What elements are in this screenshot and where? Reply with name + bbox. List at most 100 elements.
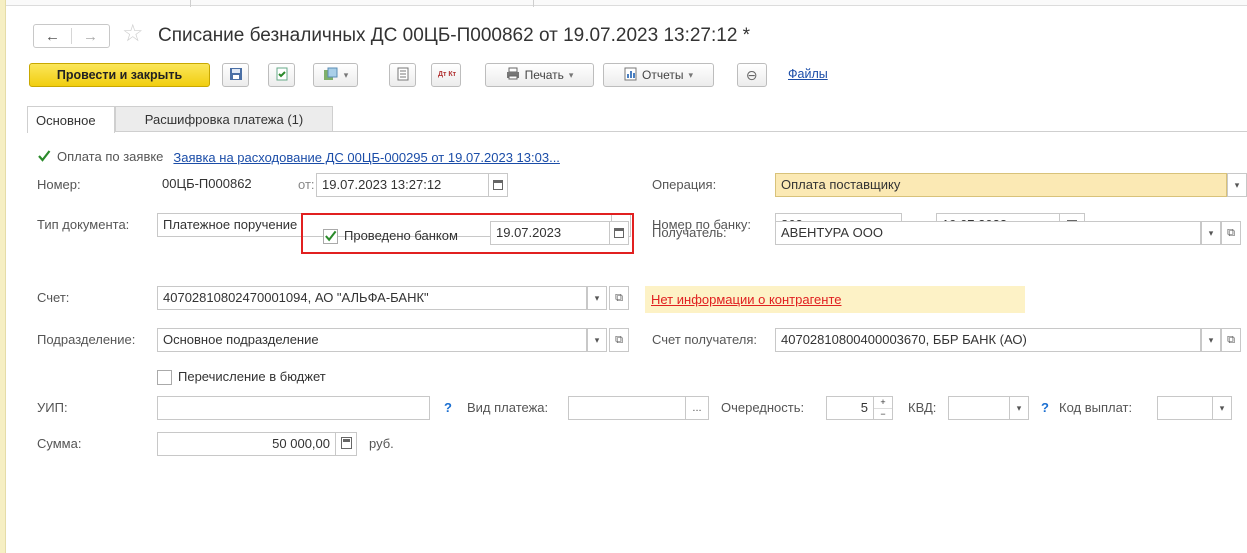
recipient-dropdown-button[interactable]: ▾ xyxy=(1201,221,1221,245)
post-icon xyxy=(275,67,289,84)
chevron-down-icon: ▾ xyxy=(688,69,693,80)
decrement-icon[interactable]: − xyxy=(874,409,892,420)
payment-by-request-row: Оплата по заявке Заявка на расходование … xyxy=(37,145,560,169)
department-label: Подразделение: xyxy=(37,332,136,347)
recipient-account-field[interactable]: 40702810800400003670, ББР БАНК (АО) xyxy=(775,328,1201,352)
tab-payment-details[interactable]: Расшифровка платежа (1) xyxy=(115,106,333,132)
payout-code-dropdown-button[interactable]: ▾ xyxy=(1212,396,1232,420)
department-open-button[interactable]: ⧉ xyxy=(609,328,629,352)
amount-label: Сумма: xyxy=(37,436,82,451)
open-icon: ⧉ xyxy=(615,333,623,346)
counterparty-warning-link[interactable]: Нет информации о контрагенте xyxy=(651,292,842,307)
amount-field[interactable]: 50 000,00 xyxy=(157,432,336,456)
chevron-down-icon: ▾ xyxy=(568,69,574,80)
calendar-icon xyxy=(493,180,503,190)
recipient-account-open-button[interactable]: ⧉ xyxy=(1221,328,1241,352)
department-field[interactable]: Основное подразделение xyxy=(157,328,587,352)
recipient-field[interactable]: АВЕНТУРА ООО xyxy=(775,221,1201,245)
paperclip-icon: ⊘ xyxy=(742,64,763,85)
recipient-account-dropdown-button[interactable]: ▾ xyxy=(1201,328,1221,352)
attach-button[interactable]: ⊘ xyxy=(737,63,767,87)
recipient-label: Получатель: xyxy=(652,225,727,240)
payment-kind-field[interactable] xyxy=(568,396,686,420)
top-tick xyxy=(533,0,534,7)
window-title: Списание безналичных ДС 00ЦБ-П000862 от … xyxy=(158,25,751,46)
number-date-field[interactable]: 19.07.2023 13:27:12 xyxy=(316,173,489,197)
open-icon: ⧉ xyxy=(615,291,623,304)
number-label: Номер: xyxy=(37,177,81,192)
create-based-on-button[interactable]: ▾ xyxy=(313,63,358,87)
bank-posted-date-field[interactable]: 19.07.2023 xyxy=(490,221,610,245)
priority-stepper[interactable]: + − xyxy=(873,396,893,420)
kvd-field[interactable] xyxy=(948,396,1010,420)
navigation-group: ← → xyxy=(33,24,110,48)
doc-type-label: Тип документа: xyxy=(37,217,130,232)
uip-label: УИП: xyxy=(37,400,68,415)
open-icon: ⧉ xyxy=(1227,333,1235,346)
files-link[interactable]: Файлы xyxy=(788,67,828,81)
top-divider xyxy=(6,0,1247,6)
calendar-icon xyxy=(614,228,624,238)
forward-button[interactable]: → xyxy=(72,25,109,47)
payment-kind-select-button[interactable]: ... xyxy=(685,396,709,420)
post-and-close-button[interactable]: Провести и закрыть xyxy=(29,63,210,87)
chevron-down-icon: ▾ xyxy=(1208,227,1214,238)
tab-underline xyxy=(27,131,1247,132)
chevron-down-icon: ▾ xyxy=(1208,334,1214,345)
left-strip xyxy=(0,0,6,553)
tab-main[interactable]: Основное xyxy=(27,106,115,133)
print-label: Печать xyxy=(524,68,564,82)
expense-request-link[interactable]: Заявка на расходование ДС 00ЦБ-000295 от… xyxy=(173,150,560,165)
priority-field[interactable]: 5 xyxy=(826,396,874,420)
calculator-button[interactable] xyxy=(335,432,357,456)
bank-posted-checkbox[interactable] xyxy=(323,228,338,244)
number-field[interactable]: 00ЦБ-П000862 xyxy=(157,173,285,197)
payment-by-request-checkbox[interactable] xyxy=(37,149,51,166)
chevron-down-icon: ▾ xyxy=(343,69,349,80)
printer-icon xyxy=(506,67,520,83)
journal-icon xyxy=(397,67,409,84)
journal-button[interactable] xyxy=(389,63,416,87)
open-icon: ⧉ xyxy=(1227,226,1235,239)
forward-arrow-icon: → xyxy=(83,27,98,45)
bank-posted-calendar-button[interactable] xyxy=(609,221,629,245)
department-dropdown-button[interactable]: ▾ xyxy=(587,328,607,352)
print-button[interactable]: Печать ▾ xyxy=(485,63,594,87)
favorite-star-icon[interactable]: ☆ xyxy=(122,20,144,48)
number-date-calendar-button[interactable] xyxy=(488,173,508,197)
operation-field[interactable]: Оплата поставщику xyxy=(775,173,1227,197)
back-button[interactable]: ← xyxy=(34,25,71,47)
chevron-down-icon: ▾ xyxy=(1219,402,1225,413)
calculator-icon xyxy=(340,436,352,452)
priority-label: Очередность: xyxy=(721,400,805,415)
recipient-account-label: Счет получателя: xyxy=(652,332,758,347)
budget-transfer-checkbox[interactable] xyxy=(157,369,172,385)
account-dropdown-button[interactable]: ▾ xyxy=(587,286,607,310)
recipient-open-button[interactable]: ⧉ xyxy=(1221,221,1241,245)
post-button[interactable] xyxy=(268,63,295,87)
back-arrow-icon: ← xyxy=(45,27,60,45)
uip-field[interactable] xyxy=(157,396,430,420)
operation-dropdown-button[interactable]: ▾ xyxy=(1227,173,1247,197)
increment-icon[interactable]: + xyxy=(874,397,892,409)
payment-by-request-label: Оплата по заявке xyxy=(57,149,164,164)
save-button[interactable] xyxy=(222,63,249,87)
chevron-down-icon: ▾ xyxy=(594,292,600,303)
create-based-on-icon xyxy=(323,67,339,84)
chevron-down-icon: ▾ xyxy=(1234,179,1240,190)
account-open-button[interactable]: ⧉ xyxy=(609,286,629,310)
counterparty-warning-box: Нет информации о контрагенте xyxy=(645,286,1025,313)
operation-label: Операция: xyxy=(652,177,717,192)
dtkt-button[interactable]: Дт Кт xyxy=(431,63,461,87)
account-field[interactable]: 40702810802470001094, АО "АЛЬФА-БАНК" xyxy=(157,286,587,310)
chevron-down-icon: ▾ xyxy=(1016,402,1022,413)
dtkt-icon: Дт Кт xyxy=(438,71,457,78)
kvd-dropdown-button[interactable]: ▾ xyxy=(1009,396,1029,420)
uip-help-icon[interactable]: ? xyxy=(444,396,452,420)
kvd-help-icon[interactable]: ? xyxy=(1041,396,1049,420)
payout-code-label: Код выплат: xyxy=(1059,400,1133,415)
reports-button[interactable]: Отчеты ▾ xyxy=(603,63,714,87)
payout-code-field[interactable] xyxy=(1157,396,1213,420)
bank-posted-row: Проведено банком xyxy=(323,224,458,248)
budget-transfer-row: Перечисление в бюджет xyxy=(157,365,326,389)
